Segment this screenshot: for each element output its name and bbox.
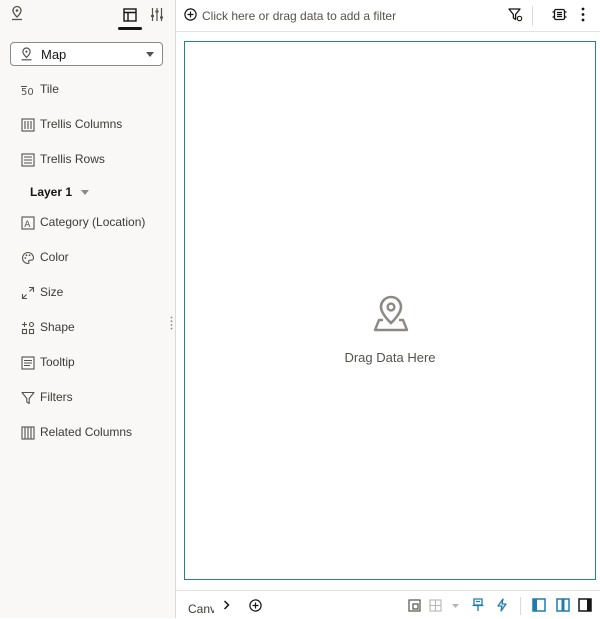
palette-icon [22, 251, 35, 265]
canvas-tab-bar: Canvas 1 [176, 590, 600, 619]
layout-grid-icon [429, 599, 442, 612]
grammar-item-label: Tile [40, 82, 59, 96]
map-pin-icon [21, 47, 32, 61]
grammar-item-related-columns[interactable]: Related Columns [0, 422, 170, 446]
filter-settings-icon[interactable] [508, 8, 523, 22]
grammar-item-color[interactable]: Color [0, 247, 170, 271]
grammar-item-label: Filters [40, 390, 73, 404]
lightning-icon[interactable] [496, 598, 508, 612]
map-pin-icon [373, 295, 409, 332]
grammar-item-label: Trellis Rows [40, 152, 105, 166]
grammar-item-tooltip[interactable]: Tooltip [0, 352, 170, 376]
grammar-item-size[interactable]: Size [0, 282, 170, 306]
panel-splitter-handle[interactable] [170, 316, 173, 330]
trellis-columns-icon [21, 118, 35, 132]
grammar-item-label: Size [40, 285, 64, 299]
chevron-down-icon [452, 604, 459, 608]
add-filter-icon[interactable] [184, 8, 197, 21]
filter-bar[interactable]: Click here or drag data to add a filter [176, 0, 600, 32]
svg-text:50: 50 [21, 87, 34, 97]
canvas-tab[interactable]: Canvas 1 [188, 602, 214, 616]
filter-bar-hint[interactable]: Click here or drag data to add a filter [202, 9, 396, 23]
toolbar-divider [520, 597, 521, 615]
tooltip-icon [21, 356, 35, 370]
map-pin-icon[interactable] [10, 5, 24, 21]
toolbar-divider [532, 6, 533, 26]
more-options-icon[interactable] [581, 7, 585, 22]
grammar-item-trellis-columns[interactable]: Trellis Columns [0, 114, 170, 138]
related-columns-icon [21, 426, 35, 440]
middle-panel-toggle-icon[interactable] [556, 598, 570, 612]
chevron-down-icon[interactable] [81, 190, 89, 195]
panel-toolbar [0, 0, 175, 31]
grammar-item-label: Color [40, 250, 69, 264]
grammar-item-label: Trellis Columns [40, 117, 123, 131]
trellis-rows-icon [21, 153, 35, 167]
grammar-item-trellis-rows[interactable]: Trellis Rows [0, 149, 170, 173]
add-canvas-icon[interactable] [249, 599, 262, 612]
grammar-item-label: Shape [40, 320, 75, 334]
chevron-down-icon [146, 52, 154, 57]
right-panel-toggle-icon[interactable] [578, 598, 592, 612]
viz-type-label: Map [41, 47, 67, 62]
layer-label: Layer 1 [30, 185, 73, 199]
category-icon: A [21, 216, 35, 230]
active-tab-indicator [118, 27, 142, 30]
drag-data-placeholder: Drag Data Here [344, 350, 436, 365]
grammar-item-filters[interactable]: Filters [0, 387, 170, 411]
grammar-item-tile[interactable]: 50 Tile [0, 79, 170, 103]
grammar-item-label: Tooltip [40, 355, 75, 369]
properties-sliders-icon[interactable] [150, 7, 164, 22]
data-panel-icon[interactable] [123, 8, 137, 22]
chevron-right-icon[interactable] [223, 600, 230, 610]
grammar-item-label: Related Columns [40, 425, 133, 439]
grammar-item-label: Category (Location) [40, 215, 146, 229]
grammar-item-category[interactable]: A Category (Location) [0, 212, 170, 236]
grammar-item-shape[interactable]: Shape [0, 317, 170, 341]
viz-type-select[interactable]: Map [10, 42, 163, 66]
shape-icon [21, 321, 35, 335]
svg-text:A: A [24, 220, 31, 230]
size-icon [21, 286, 35, 300]
canvas-drop-area[interactable]: Drag Data Here [184, 41, 596, 580]
filter-icon [21, 391, 35, 405]
grammar-panel: Map 50 Tile Trellis Columns Trellis Rows… [0, 0, 176, 618]
auto-apply-icon[interactable] [552, 7, 567, 22]
left-panel-toggle-icon[interactable] [532, 598, 546, 612]
pin-icon[interactable] [472, 598, 484, 612]
canvas-properties-icon[interactable] [408, 599, 421, 612]
tile-icon: 50 [21, 86, 34, 97]
